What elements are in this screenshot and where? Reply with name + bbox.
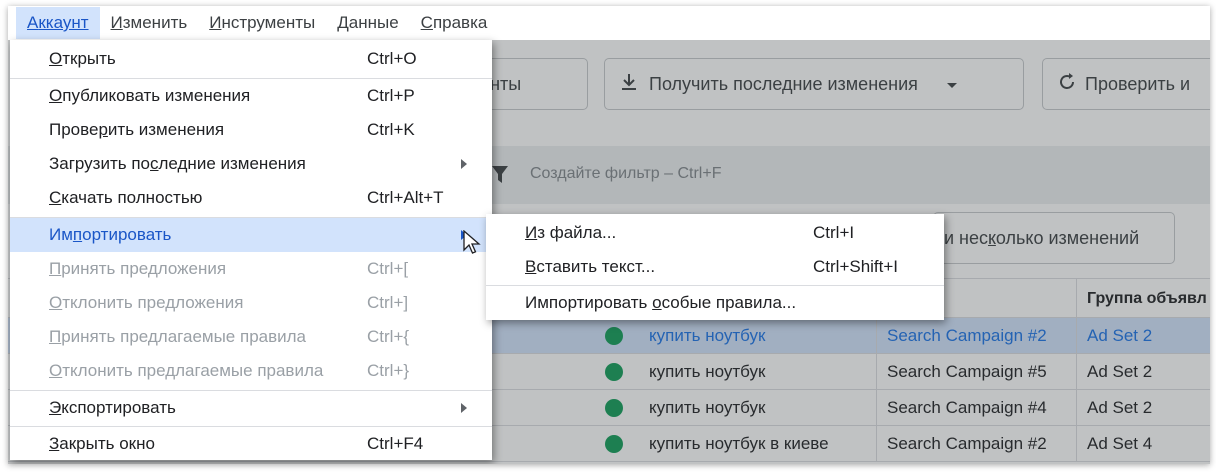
- menu-item-label: Принять предложения: [49, 259, 227, 278]
- menu-item-label: Импортировать: [49, 225, 172, 244]
- account-dropdown-menu: Открыть Ctrl+O Опубликовать изменения Ct…: [10, 40, 492, 460]
- submenu-item-label: Вставить текст...: [525, 257, 656, 276]
- menu-edit[interactable]: Изменить: [100, 7, 199, 39]
- submenu-item-from-file[interactable]: Из файла... Ctrl+I: [486, 216, 944, 250]
- menu-item-check-changes[interactable]: Проверить изменения Ctrl+K: [10, 113, 492, 147]
- menu-help[interactable]: Справка: [410, 7, 499, 39]
- menu-item-shortcut: Ctrl+}: [367, 361, 410, 380]
- menu-item-shortcut: Ctrl+P: [367, 86, 415, 105]
- menu-item-label: Проверить изменения: [49, 120, 225, 139]
- menu-item-reject-suggestions[interactable]: Отклонить предложения Ctrl+]: [10, 286, 492, 320]
- menu-item-label: Опубликовать изменения: [49, 86, 251, 105]
- menu-item-label: Экспортировать: [49, 398, 176, 417]
- mouse-cursor-icon: [463, 229, 481, 261]
- menu-tools[interactable]: Инструменты: [198, 7, 326, 39]
- menu-account[interactable]: Аккаунт: [16, 7, 100, 39]
- menu-item-shortcut: Ctrl+{: [367, 327, 410, 346]
- menu-item-import[interactable]: Импортировать: [10, 218, 492, 252]
- menu-item-label: Открыть: [49, 49, 116, 68]
- menu-item-accept-suggested-rules[interactable]: Принять предлагаемые правила Ctrl+{: [10, 320, 492, 354]
- menu-item-shortcut: Ctrl+[: [367, 259, 409, 278]
- menu-item-label: Скачать полностью: [49, 188, 203, 207]
- submenu-arrow-icon: [461, 159, 467, 169]
- menu-item-shortcut: Ctrl+O: [367, 49, 417, 68]
- menu-item-shortcut: Ctrl+]: [367, 293, 409, 312]
- menu-item-open[interactable]: Открыть Ctrl+O: [10, 42, 492, 76]
- menu-item-label: Загрузить последние изменения: [49, 154, 306, 173]
- submenu-item-shortcut: Ctrl+Shift+I: [813, 257, 899, 276]
- submenu-item-label: Из файла...: [525, 223, 617, 242]
- menu-data[interactable]: Данные: [326, 7, 409, 39]
- menu-item-shortcut: Ctrl+K: [367, 120, 415, 139]
- menu-item-shortcut: Ctrl+Alt+T: [367, 188, 444, 207]
- menu-item-export[interactable]: Экспортировать: [10, 391, 492, 425]
- submenu-item-shortcut: Ctrl+I: [813, 223, 855, 242]
- submenu-arrow-icon: [461, 403, 467, 413]
- menu-item-label: Отклонить предлагаемые правила: [49, 361, 324, 380]
- menu-item-close-window[interactable]: Закрыть окно Ctrl+F4: [10, 427, 492, 461]
- submenu-item-label: Импортировать особые правила...: [525, 293, 797, 312]
- menu-item-load-latest-changes[interactable]: Загрузить последние изменения: [10, 147, 492, 181]
- import-submenu: Из файла... Ctrl+I Вставить текст... Ctr…: [486, 214, 944, 320]
- menu-item-label: Закрыть окно: [49, 434, 155, 453]
- menu-item-label: Принять предлагаемые правила: [49, 327, 307, 346]
- menu-bar: Аккаунт Изменить Инструменты Данные Спра…: [8, 6, 1210, 40]
- app-window: Аккаунт Изменить Инструменты Данные Спра…: [8, 6, 1210, 464]
- submenu-item-paste-text[interactable]: Вставить текст... Ctrl+Shift+I: [486, 250, 944, 284]
- menu-item-accept-suggestions[interactable]: Принять предложения Ctrl+[: [10, 252, 492, 286]
- menu-item-download-full[interactable]: Скачать полностью Ctrl+Alt+T: [10, 181, 492, 215]
- menu-item-publish-changes[interactable]: Опубликовать изменения Ctrl+P: [10, 79, 492, 113]
- menu-item-shortcut: Ctrl+F4: [367, 434, 424, 453]
- menu-item-label: Отклонить предложения: [49, 293, 244, 312]
- submenu-item-import-custom-rules[interactable]: Импортировать особые правила...: [486, 286, 944, 320]
- menu-item-reject-suggested-rules[interactable]: Отклонить предлагаемые правила Ctrl+}: [10, 354, 492, 388]
